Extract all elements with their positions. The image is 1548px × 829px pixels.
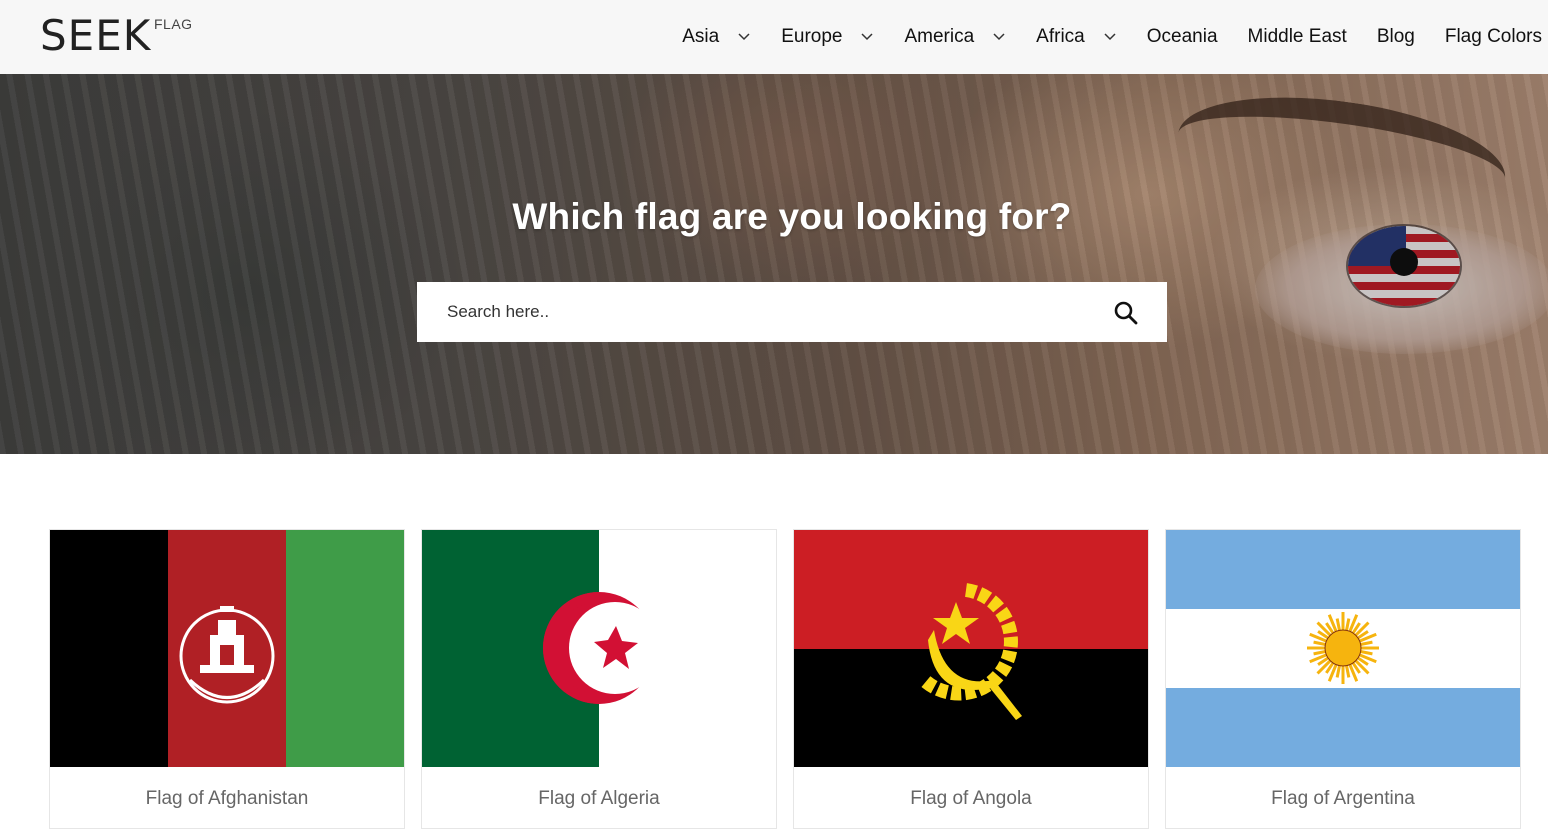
nav-item-label: Blog: [1376, 26, 1415, 47]
flag-card-label[interactable]: Flag of Algeria: [422, 788, 776, 810]
flag-card-label[interactable]: Flag of Angola: [794, 788, 1148, 810]
logo-wordmark: SEEK: [40, 11, 152, 60]
nav-item-label: Europe: [781, 26, 843, 47]
nav-item-label: Oceania: [1146, 26, 1218, 47]
chevron-down-icon[interactable]: [860, 30, 874, 44]
flag-argentina-image[interactable]: [1166, 530, 1520, 767]
nav-item-flag-colors[interactable]: Flag Colors: [1445, 26, 1542, 48]
nav-item-oceania[interactable]: Oceania: [1147, 26, 1218, 48]
flag-card-afghanistan[interactable]: Flag of Afghanistan: [49, 529, 405, 829]
logo-subtext: FLAG: [154, 16, 193, 32]
nav-item-middle-east[interactable]: Middle East: [1248, 26, 1347, 48]
nav-item-label: Asia: [682, 26, 720, 47]
flag-card-argentina[interactable]: Flag of Argentina: [1165, 529, 1521, 829]
nav-item-africa[interactable]: Africa: [1036, 26, 1117, 48]
flag-card-label[interactable]: Flag of Afghanistan: [50, 788, 404, 810]
flag-algeria-image[interactable]: [422, 530, 776, 767]
search-icon[interactable]: [1113, 300, 1139, 326]
flag-card-algeria[interactable]: Flag of Algeria: [421, 529, 777, 829]
nav-item-blog[interactable]: Blog: [1377, 26, 1415, 48]
flag-card-label[interactable]: Flag of Argentina: [1166, 788, 1520, 810]
nav-item-label: Africa: [1036, 26, 1085, 47]
site-header: SEEK FLAG Asia Europe America Africa Oceania…: [0, 0, 1548, 74]
flag-card-angola[interactable]: Flag of Angola: [793, 529, 1149, 829]
nav-item-label: Middle East: [1247, 26, 1347, 47]
nav-item-america[interactable]: America: [904, 26, 1006, 48]
chevron-down-icon[interactable]: [992, 30, 1006, 44]
chevron-down-icon[interactable]: [1103, 30, 1117, 44]
chevron-down-icon[interactable]: [737, 30, 751, 44]
hero-banner: Which flag are you looking for?: [0, 74, 1548, 454]
nav-item-label: Flag Colors: [1444, 26, 1542, 47]
flag-angola-image[interactable]: [794, 530, 1148, 767]
main-nav: Asia Europe America Africa Oceania Middle Eas…: [652, 0, 1542, 74]
nav-item-europe[interactable]: Europe: [781, 26, 874, 48]
nav-item-asia[interactable]: Asia: [682, 26, 751, 48]
flag-afghanistan-image[interactable]: [50, 530, 404, 767]
search-input[interactable]: [447, 282, 1087, 342]
search-box: [417, 282, 1167, 342]
hero-title: Which flag are you looking for?: [512, 196, 1072, 237]
nav-item-label: America: [904, 26, 975, 47]
